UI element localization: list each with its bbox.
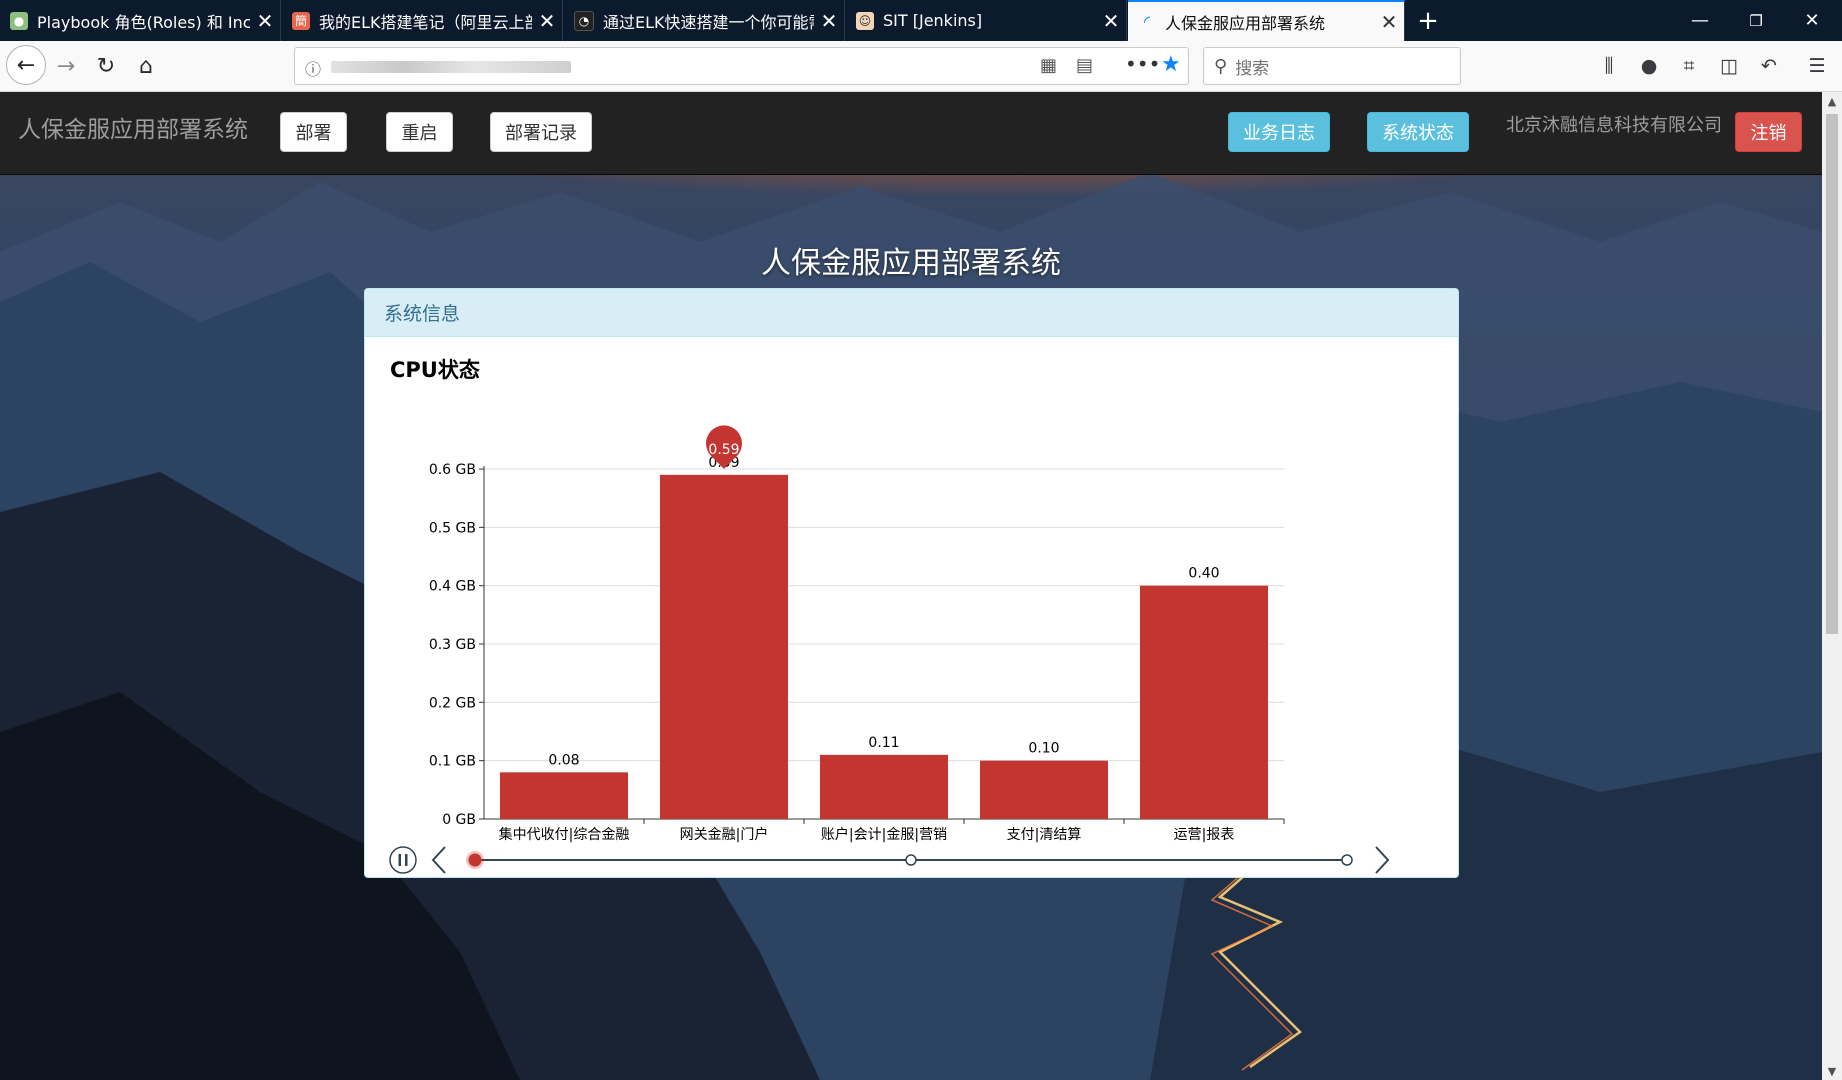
bar-value-label: 0.10 bbox=[1028, 741, 1059, 757]
url-bar[interactable]: ⓘ ▦ ▤ ••• ★ bbox=[294, 47, 1189, 85]
deploy-history-button[interactable]: 部署记录 bbox=[490, 112, 592, 152]
screenshot-icon[interactable]: ⌗ bbox=[1672, 49, 1706, 83]
logout-button[interactable]: 注销 bbox=[1735, 112, 1802, 152]
library-icon[interactable]: ⫼ bbox=[1592, 49, 1626, 83]
reader-view-icon[interactable]: ▤ bbox=[1076, 55, 1093, 76]
search-input[interactable]: ⚲ 搜索 bbox=[1203, 47, 1461, 85]
sidebar-icon[interactable]: ◫ bbox=[1712, 49, 1746, 83]
page-scrollbar[interactable]: ▲ ▼ bbox=[1822, 92, 1842, 1080]
jianshu-icon: 簡 bbox=[292, 11, 310, 30]
browser-tab-active[interactable]: ◜ 人保金服应用部署系统 ✕ bbox=[1128, 0, 1405, 41]
y-tick-label: 0.2 GB bbox=[429, 695, 476, 711]
search-placeholder: 搜索 bbox=[1235, 58, 1270, 79]
minimize-icon[interactable]: — bbox=[1672, 0, 1728, 41]
app-navbar: 人保金服应用部署系统 部署 重启 部署记录 业务日志 系统状态 北京沐融信息科技… bbox=[0, 92, 1822, 175]
x-tick-label: 支付|清结算 bbox=[1007, 827, 1082, 843]
bar-value-label: 0.08 bbox=[548, 752, 579, 768]
loading-icon: ◜ bbox=[1143, 12, 1151, 31]
pause-icon bbox=[405, 854, 408, 866]
qr-code-icon[interactable]: ▦ bbox=[1040, 55, 1057, 76]
bar bbox=[660, 474, 788, 819]
business-log-button[interactable]: 业务日志 bbox=[1228, 112, 1330, 152]
pause-button bbox=[389, 846, 417, 874]
bar-value-label: 0.40 bbox=[1188, 566, 1219, 582]
chat-icon[interactable]: ● bbox=[1632, 49, 1666, 83]
panel-title: 系统信息 bbox=[365, 289, 1458, 337]
y-tick-label: 0.4 GB bbox=[429, 579, 476, 595]
tab-title: 人保金服应用部署系统 bbox=[1165, 13, 1326, 33]
scrollbar-thumb[interactable] bbox=[1826, 114, 1838, 634]
chart-title: CPU状态 bbox=[390, 358, 480, 382]
x-tick-label: 集中代收付|综合金融 bbox=[499, 826, 630, 843]
bar bbox=[820, 754, 948, 819]
timeline-point bbox=[1341, 854, 1353, 866]
browser-toolbar: ← → ↻ ⌂ ⓘ ▦ ▤ ••• ★ ⚲ 搜索 ⫼ ● ⌗ ◫ ↶ ☰ bbox=[0, 41, 1842, 92]
bar-value-label: 0.11 bbox=[868, 735, 899, 751]
restart-button[interactable]: 重启 bbox=[386, 112, 453, 152]
bar bbox=[980, 760, 1108, 819]
bar bbox=[1140, 585, 1268, 819]
info-icon[interactable]: ⓘ bbox=[305, 56, 321, 80]
close-tab-icon[interactable]: ✕ bbox=[532, 9, 562, 33]
page-viewport: 人保金服应用部署系统 部署 重启 部署记录 业务日志 系统状态 北京沐融信息科技… bbox=[0, 92, 1822, 1080]
forward-icon[interactable]: → bbox=[48, 49, 84, 83]
x-tick-label: 运营|报表 bbox=[1174, 827, 1235, 843]
tab-title: Playbook 角色(Roles) 和 Inclu bbox=[37, 12, 250, 32]
y-tick-label: 0.1 GB bbox=[429, 754, 476, 770]
y-tick-label: 0 GB bbox=[442, 812, 476, 828]
app-brand[interactable]: 人保金服应用部署系统 bbox=[18, 110, 248, 144]
scroll-down-icon[interactable]: ▼ bbox=[1822, 1062, 1842, 1080]
github-icon: ◔ bbox=[574, 10, 594, 31]
browser-tab[interactable]: ☺ SIT [Jenkins] ✕ bbox=[846, 0, 1127, 41]
pause-icon bbox=[398, 854, 401, 866]
home-icon[interactable]: ⌂ bbox=[128, 49, 164, 83]
new-tab-icon[interactable]: + bbox=[1400, 0, 1456, 41]
menu-icon[interactable]: ☰ bbox=[1800, 49, 1834, 83]
tab-title: 我的ELK搭建笔记（阿里云上部 bbox=[319, 12, 532, 32]
timeline-next-icon bbox=[1375, 846, 1390, 874]
more-actions-icon[interactable]: ••• bbox=[1125, 52, 1160, 76]
hero-title: 人保金服应用部署系统 bbox=[761, 246, 1061, 281]
jenkins-icon: ☺ bbox=[856, 11, 874, 30]
browser-tab[interactable]: ● Playbook 角色(Roles) 和 Inclu ✕ bbox=[0, 0, 281, 41]
tab-title: 通过ELK快速搭建一个你可能需 bbox=[603, 12, 814, 32]
scroll-up-icon[interactable]: ▲ bbox=[1822, 92, 1842, 110]
browser-tab[interactable]: 簡 我的ELK搭建笔记（阿里云上部 ✕ bbox=[282, 0, 563, 41]
close-tab-icon[interactable]: ✕ bbox=[250, 9, 280, 33]
bar bbox=[500, 772, 628, 819]
tab-title: SIT [Jenkins] bbox=[883, 11, 983, 30]
x-tick-label: 账户|会计|金服|营销 bbox=[821, 826, 947, 843]
system-status-button[interactable]: 系统状态 bbox=[1367, 112, 1469, 152]
timeline-point bbox=[905, 854, 917, 866]
close-window-icon[interactable]: ✕ bbox=[1784, 0, 1840, 41]
cpu-status-chart: CPU状态 0 GB 0.1 GB 0.2 GB 0.3 GB 0.4 GB 0.5 GB 0… bbox=[389, 358, 1390, 874]
x-tick-label: 网关金融|门户 bbox=[680, 826, 769, 843]
search-icon: ⚲ bbox=[1214, 55, 1228, 77]
y-tick-label: 0.3 GB bbox=[429, 637, 476, 653]
restore-icon[interactable]: ❐ bbox=[1728, 0, 1784, 41]
deploy-button[interactable]: 部署 bbox=[280, 112, 347, 152]
y-tick-label: 0.5 GB bbox=[429, 520, 476, 536]
close-tab-icon[interactable]: ✕ bbox=[814, 9, 844, 33]
timeline-prev-icon bbox=[431, 846, 446, 874]
browser-tab[interactable]: ◔ 通过ELK快速搭建一个你可能需 ✕ bbox=[564, 0, 845, 41]
y-tick-label: 0.6 GB bbox=[429, 462, 476, 478]
bookmark-star-icon[interactable]: ★ bbox=[1161, 52, 1181, 77]
system-info-panel: 系统信息 CPU状态 0 GB 0.1 GB 0.2 GB 0.3 GB 0.4 GB 0.… bbox=[364, 288, 1459, 878]
reload-icon[interactable]: ↻ bbox=[88, 49, 124, 83]
company-name: 北京沐融信息科技有限公司 bbox=[1506, 115, 1722, 136]
elephant-icon: ● bbox=[10, 11, 28, 30]
back-icon[interactable]: ← bbox=[6, 45, 46, 85]
max-marker-label: 0.59 bbox=[708, 442, 739, 458]
browser-tab-strip: ● Playbook 角色(Roles) 和 Inclu ✕ 簡 我的ELK搭建… bbox=[0, 0, 1842, 41]
close-tab-icon[interactable]: ✕ bbox=[1096, 9, 1126, 33]
url-text-blurred bbox=[331, 61, 571, 73]
sync-icon[interactable]: ↶ bbox=[1752, 49, 1786, 83]
timeline-current-point bbox=[468, 853, 482, 867]
